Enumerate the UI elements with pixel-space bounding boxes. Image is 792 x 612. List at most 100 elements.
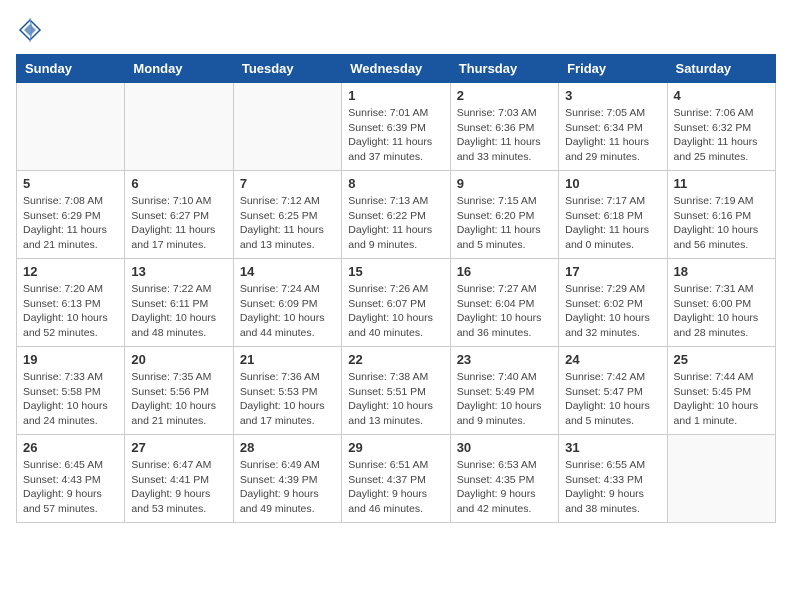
- day-info: Sunrise: 7:27 AM Sunset: 6:04 PM Dayligh…: [457, 282, 552, 341]
- calendar-cell: [125, 83, 233, 171]
- calendar-cell: [233, 83, 341, 171]
- weekday-header-wednesday: Wednesday: [342, 55, 450, 83]
- day-info: Sunrise: 6:51 AM Sunset: 4:37 PM Dayligh…: [348, 458, 443, 517]
- day-info: Sunrise: 7:10 AM Sunset: 6:27 PM Dayligh…: [131, 194, 226, 253]
- calendar-cell: 16 Sunrise: 7:27 AM Sunset: 6:04 PM Dayli…: [450, 259, 558, 347]
- day-info: Sunrise: 7:13 AM Sunset: 6:22 PM Dayligh…: [348, 194, 443, 253]
- day-info: Sunrise: 6:49 AM Sunset: 4:39 PM Dayligh…: [240, 458, 335, 517]
- day-number: 9: [457, 176, 552, 191]
- day-info: Sunrise: 7:05 AM Sunset: 6:34 PM Dayligh…: [565, 106, 660, 165]
- calendar-cell: 26 Sunrise: 6:45 AM Sunset: 4:43 PM Dayli…: [17, 435, 125, 523]
- day-info: Sunrise: 7:15 AM Sunset: 6:20 PM Dayligh…: [457, 194, 552, 253]
- day-number: 7: [240, 176, 335, 191]
- day-number: 25: [674, 352, 769, 367]
- calendar-cell: 14Sunrise: 7:24 AM Sunset: 6:09 PM Dayli…: [233, 259, 341, 347]
- day-info: Sunrise: 7:44 AM Sunset: 5:45 PM Dayligh…: [674, 370, 769, 429]
- day-number: 15: [348, 264, 443, 279]
- day-number: 17: [565, 264, 660, 279]
- day-info: Sunrise: 7:17 AM Sunset: 6:18 PM Dayligh…: [565, 194, 660, 253]
- day-number: 2: [457, 88, 552, 103]
- weekday-header-sunday: Sunday: [17, 55, 125, 83]
- calendar-cell: 1 Sunrise: 7:01 AM Sunset: 6:39 PM Daylig…: [342, 83, 450, 171]
- logo-icon: [16, 16, 44, 44]
- calendar-cell: 31 Sunrise: 6:55 AM Sunset: 4:33 PM Dayli…: [559, 435, 667, 523]
- week-row-4: 19 Sunrise: 7:33 AM Sunset: 5:58 PM Dayli…: [17, 347, 776, 435]
- day-number: 1: [348, 88, 443, 103]
- calendar-table: SundayMondayTuesdayWednesdayThursdayFrid…: [16, 54, 776, 523]
- day-info: Sunrise: 7:40 AM Sunset: 5:49 PM Dayligh…: [457, 370, 552, 429]
- day-info: Sunrise: 6:53 AM Sunset: 4:35 PM Dayligh…: [457, 458, 552, 517]
- day-number: 5: [23, 176, 118, 191]
- day-info: Sunrise: 7:24 AM Sunset: 6:09 PM Dayligh…: [240, 282, 335, 341]
- day-info: Sunrise: 7:19 AM Sunset: 6:16 PM Dayligh…: [674, 194, 769, 253]
- calendar-cell: 12Sunrise: 7:20 AM Sunset: 6:13 PM Dayli…: [17, 259, 125, 347]
- calendar-cell: 18 Sunrise: 7:31 AM Sunset: 6:00 PM Dayli…: [667, 259, 775, 347]
- day-number: 6: [131, 176, 226, 191]
- day-info: Sunrise: 7:29 AM Sunset: 6:02 PM Dayligh…: [565, 282, 660, 341]
- week-row-5: 26 Sunrise: 6:45 AM Sunset: 4:43 PM Dayli…: [17, 435, 776, 523]
- day-info: Sunrise: 7:22 AM Sunset: 6:11 PM Dayligh…: [131, 282, 226, 341]
- day-number: 26: [23, 440, 118, 455]
- calendar-cell: 29 Sunrise: 6:51 AM Sunset: 4:37 PM Dayli…: [342, 435, 450, 523]
- day-number: 13: [131, 264, 226, 279]
- day-info: Sunrise: 7:33 AM Sunset: 5:58 PM Dayligh…: [23, 370, 118, 429]
- calendar-cell: 25 Sunrise: 7:44 AM Sunset: 5:45 PM Dayli…: [667, 347, 775, 435]
- calendar-cell: 20 Sunrise: 7:35 AM Sunset: 5:56 PM Dayli…: [125, 347, 233, 435]
- day-info: Sunrise: 6:45 AM Sunset: 4:43 PM Dayligh…: [23, 458, 118, 517]
- day-number: 8: [348, 176, 443, 191]
- day-number: 30: [457, 440, 552, 455]
- day-number: 28: [240, 440, 335, 455]
- week-row-1: 1 Sunrise: 7:01 AM Sunset: 6:39 PM Daylig…: [17, 83, 776, 171]
- day-number: 24: [565, 352, 660, 367]
- calendar-cell: 7 Sunrise: 7:12 AM Sunset: 6:25 PM Daylig…: [233, 171, 341, 259]
- calendar-cell: 4 Sunrise: 7:06 AM Sunset: 6:32 PM Daylig…: [667, 83, 775, 171]
- logo: [16, 16, 48, 44]
- day-info: Sunrise: 7:26 AM Sunset: 6:07 PM Dayligh…: [348, 282, 443, 341]
- calendar-cell: 22Sunrise: 7:38 AM Sunset: 5:51 PM Dayli…: [342, 347, 450, 435]
- day-info: Sunrise: 7:08 AM Sunset: 6:29 PM Dayligh…: [23, 194, 118, 253]
- weekday-header-row: SundayMondayTuesdayWednesdayThursdayFrid…: [17, 55, 776, 83]
- day-info: Sunrise: 6:47 AM Sunset: 4:41 PM Dayligh…: [131, 458, 226, 517]
- weekday-header-tuesday: Tuesday: [233, 55, 341, 83]
- day-info: Sunrise: 7:42 AM Sunset: 5:47 PM Dayligh…: [565, 370, 660, 429]
- weekday-header-friday: Friday: [559, 55, 667, 83]
- week-row-2: 5 Sunrise: 7:08 AM Sunset: 6:29 PM Daylig…: [17, 171, 776, 259]
- day-number: 4: [674, 88, 769, 103]
- calendar-cell: 10 Sunrise: 7:17 AM Sunset: 6:18 PM Dayli…: [559, 171, 667, 259]
- day-number: 12: [23, 264, 118, 279]
- day-info: Sunrise: 6:55 AM Sunset: 4:33 PM Dayligh…: [565, 458, 660, 517]
- calendar-cell: 2 Sunrise: 7:03 AM Sunset: 6:36 PM Daylig…: [450, 83, 558, 171]
- day-info: Sunrise: 7:01 AM Sunset: 6:39 PM Dayligh…: [348, 106, 443, 165]
- day-info: Sunrise: 7:31 AM Sunset: 6:00 PM Dayligh…: [674, 282, 769, 341]
- week-row-3: 12Sunrise: 7:20 AM Sunset: 6:13 PM Dayli…: [17, 259, 776, 347]
- calendar-cell: 5 Sunrise: 7:08 AM Sunset: 6:29 PM Daylig…: [17, 171, 125, 259]
- calendar-cell: 8 Sunrise: 7:13 AM Sunset: 6:22 PM Daylig…: [342, 171, 450, 259]
- day-number: 29: [348, 440, 443, 455]
- weekday-header-monday: Monday: [125, 55, 233, 83]
- day-number: 19: [23, 352, 118, 367]
- weekday-header-saturday: Saturday: [667, 55, 775, 83]
- calendar-cell: 17 Sunrise: 7:29 AM Sunset: 6:02 PM Dayli…: [559, 259, 667, 347]
- calendar-cell: 13 Sunrise: 7:22 AM Sunset: 6:11 PM Dayli…: [125, 259, 233, 347]
- weekday-header-thursday: Thursday: [450, 55, 558, 83]
- day-number: 27: [131, 440, 226, 455]
- calendar-cell: 3Sunrise: 7:05 AM Sunset: 6:34 PM Daylig…: [559, 83, 667, 171]
- day-info: Sunrise: 7:03 AM Sunset: 6:36 PM Dayligh…: [457, 106, 552, 165]
- day-number: 16: [457, 264, 552, 279]
- calendar-cell: 6 Sunrise: 7:10 AM Sunset: 6:27 PM Daylig…: [125, 171, 233, 259]
- calendar-cell: 9 Sunrise: 7:15 AM Sunset: 6:20 PM Daylig…: [450, 171, 558, 259]
- day-info: Sunrise: 7:06 AM Sunset: 6:32 PM Dayligh…: [674, 106, 769, 165]
- calendar-cell: 24 Sunrise: 7:42 AM Sunset: 5:47 PM Dayli…: [559, 347, 667, 435]
- day-number: 31: [565, 440, 660, 455]
- day-info: Sunrise: 7:35 AM Sunset: 5:56 PM Dayligh…: [131, 370, 226, 429]
- day-number: 10: [565, 176, 660, 191]
- calendar-cell: [667, 435, 775, 523]
- day-number: 18: [674, 264, 769, 279]
- calendar-cell: 28 Sunrise: 6:49 AM Sunset: 4:39 PM Dayli…: [233, 435, 341, 523]
- calendar-cell: 21Sunrise: 7:36 AM Sunset: 5:53 PM Dayli…: [233, 347, 341, 435]
- calendar-cell: 27 Sunrise: 6:47 AM Sunset: 4:41 PM Dayli…: [125, 435, 233, 523]
- page-header: [16, 16, 776, 44]
- day-info: Sunrise: 7:12 AM Sunset: 6:25 PM Dayligh…: [240, 194, 335, 253]
- day-number: 20: [131, 352, 226, 367]
- calendar-cell: 30 Sunrise: 6:53 AM Sunset: 4:35 PM Dayli…: [450, 435, 558, 523]
